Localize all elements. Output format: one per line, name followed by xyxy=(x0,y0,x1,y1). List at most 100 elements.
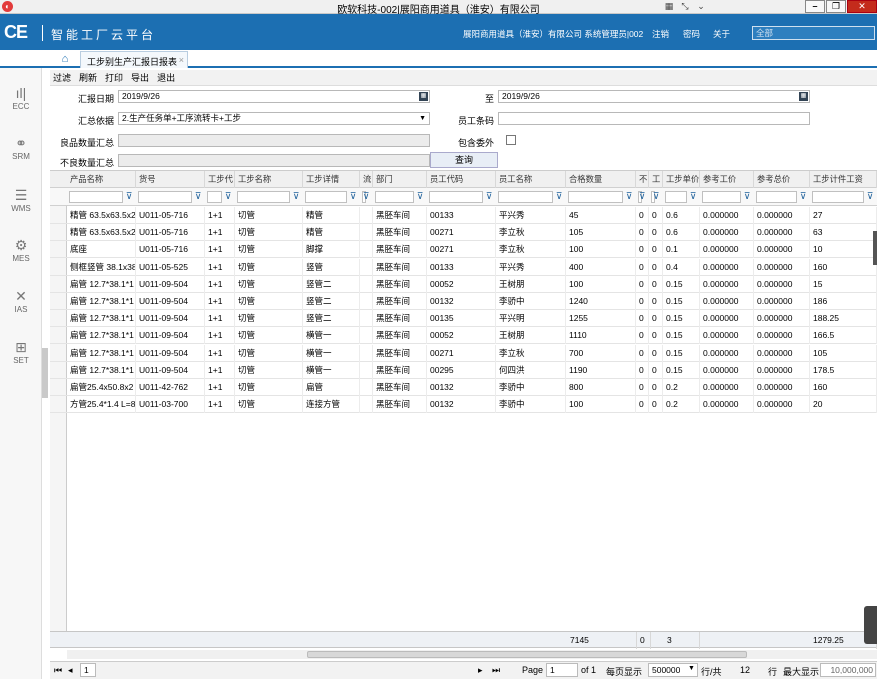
column-filter-input[interactable] xyxy=(702,191,741,203)
table-row[interactable]: 扁管 12.7*38.1*1 U011-09-504 1+1 切管 横管一 黑胚车间 002… xyxy=(50,361,877,379)
table-row[interactable]: 扁管 12.7*38.1*1 U011-09-504 1+1 切管 横管一 黑胚车间 002… xyxy=(50,344,877,362)
column-header[interactable]: 工步详情 xyxy=(303,171,360,188)
column-filter-input[interactable] xyxy=(69,191,123,203)
page-tab[interactable]: 1 xyxy=(80,663,96,677)
next-page-icon[interactable]: ▸ xyxy=(478,665,483,676)
employee-code-input[interactable] xyxy=(498,112,810,125)
column-header[interactable]: 员工名称 xyxy=(496,171,566,188)
column-header[interactable]: 参考工价 xyxy=(700,171,754,188)
max-display-input[interactable]: 10,000,000 xyxy=(820,663,876,677)
column-header[interactable]: 流 xyxy=(360,171,373,188)
print-button[interactable]: 打印 xyxy=(105,71,123,84)
query-button[interactable]: 查询 xyxy=(430,152,498,168)
column-filter-input[interactable] xyxy=(665,191,687,203)
sidebar-item-ecc[interactable]: ıl| ECC xyxy=(0,84,42,111)
sidebar-item-srm[interactable]: ⚭ SRM xyxy=(0,134,42,161)
home-icon[interactable]: ⌂ xyxy=(58,52,72,66)
page-input[interactable]: 1 xyxy=(546,663,578,677)
filter-icon[interactable]: ⊽ xyxy=(637,190,647,202)
maximize-button[interactable]: ❐ xyxy=(826,0,846,13)
column-header[interactable]: 部门 xyxy=(373,171,427,188)
filter-button[interactable]: 过滤 xyxy=(53,71,71,84)
last-page-icon[interactable]: ⏭ xyxy=(492,665,500,676)
column-filter-input[interactable] xyxy=(237,191,290,203)
calendar-icon[interactable]: ▦ xyxy=(419,92,428,101)
column-filter-input[interactable] xyxy=(138,191,192,203)
table-row[interactable]: 扁管 12.7*38.1*1 U011-09-504 1+1 切管 横管一 黑胚车间 000… xyxy=(50,327,877,345)
column-filter-input[interactable] xyxy=(305,191,347,203)
column-filter-input[interactable] xyxy=(568,191,623,203)
column-header[interactable]: 货号 xyxy=(136,171,205,188)
filter-icon[interactable]: ⊽ xyxy=(688,190,698,202)
logout-link[interactable]: 注销 xyxy=(652,28,669,40)
column-header[interactable]: 工步单价 xyxy=(663,171,700,188)
filter-icon[interactable]: ⊽ xyxy=(348,190,358,202)
column-header[interactable]: 合格数量 xyxy=(566,171,636,188)
sidebar-item-mes[interactable]: ⚙ MES xyxy=(0,236,42,263)
report-date-from-field[interactable]: 2019/9/26 ▦ xyxy=(118,90,430,103)
chevron-down-icon[interactable]: ⌄ xyxy=(694,0,708,13)
filter-icon[interactable]: ⊽ xyxy=(742,190,752,202)
defect-qty-field[interactable] xyxy=(118,154,430,167)
side-panel-tab[interactable] xyxy=(864,606,877,644)
summary-basis-select[interactable]: 2.生产任务单+工序流转卡+工步 ▼ xyxy=(118,112,430,125)
table-row[interactable]: 扁管 12.7*38.1*1 U011-09-504 1+1 切管 竖管二 黑胚车间 000… xyxy=(50,275,877,293)
table-row[interactable]: 精管 63.5x63.5x2 U011-05-716 1+1 切管 精管 黑胚车间 0013… xyxy=(50,207,877,224)
column-header[interactable]: 不 xyxy=(636,171,649,188)
filter-icon[interactable]: ⊽ xyxy=(415,190,425,202)
column-header[interactable]: 员工代码 xyxy=(427,171,496,188)
column-filter-input[interactable] xyxy=(756,191,797,203)
sidebar-collapse-handle[interactable] xyxy=(42,348,48,398)
refresh-button[interactable]: 刷新 xyxy=(79,71,97,84)
good-qty-field[interactable] xyxy=(118,134,430,147)
tab-daily-report[interactable]: 工步别生产汇报日报表 × xyxy=(80,51,188,68)
filter-icon[interactable]: ⊽ xyxy=(193,190,203,202)
prev-page-icon[interactable]: ◂ xyxy=(68,665,73,676)
global-search-input[interactable]: 全部 xyxy=(752,26,875,40)
column-header[interactable]: 产品名称 xyxy=(67,171,136,188)
filter-icon[interactable]: ⊽ xyxy=(554,190,564,202)
column-header[interactable]: 工步计件工资 xyxy=(810,171,877,188)
chevron-down-icon[interactable]: ▼ xyxy=(688,665,695,672)
grid-icon[interactable]: ▦ xyxy=(662,0,676,13)
password-link[interactable]: 密码 xyxy=(683,28,700,40)
exit-button[interactable]: 退出 xyxy=(157,71,175,84)
table-row[interactable]: 扁管 12.7*38.1*1 U011-09-504 1+1 切管 竖管二 黑胚车间 001… xyxy=(50,310,877,328)
column-filter-input[interactable] xyxy=(429,191,483,203)
filter-icon[interactable]: ⊽ xyxy=(484,190,494,202)
filter-icon[interactable]: ⊽ xyxy=(223,190,233,202)
include-outsource-checkbox[interactable] xyxy=(506,135,516,145)
report-date-to-field[interactable]: 2019/9/26 ▦ xyxy=(498,90,810,103)
sidebar-item-set[interactable]: ⊞ SET xyxy=(0,338,42,365)
column-filter-input[interactable] xyxy=(375,191,414,203)
about-link[interactable]: 关于 xyxy=(713,28,730,40)
filter-icon[interactable]: ⊽ xyxy=(651,190,661,202)
minimize-button[interactable]: – xyxy=(805,0,825,13)
dropdown-arrow-icon[interactable]: ▼ xyxy=(419,113,426,124)
filter-icon[interactable]: ⊽ xyxy=(291,190,301,202)
first-page-icon[interactable]: ⏮ xyxy=(54,665,62,676)
export-button[interactable]: 导出 xyxy=(131,71,149,84)
column-header[interactable]: 工步名称 xyxy=(235,171,303,188)
close-tab-icon[interactable]: × xyxy=(179,55,184,65)
table-row[interactable]: 侧框竖管 38.1x38 U011-05-525 1+1 切管 竖管 黑胚车间 00133 平… xyxy=(50,258,877,276)
scrollbar-thumb[interactable] xyxy=(307,651,747,658)
sidebar-item-wms[interactable]: ☰ WMS xyxy=(0,186,42,213)
table-row[interactable]: 扁管25.4x50.8x2 U011-42-762 1+1 切管 扁管 黑胚车间 00132… xyxy=(50,379,877,396)
calendar-icon[interactable]: ▦ xyxy=(799,92,808,101)
close-button[interactable]: ✕ xyxy=(847,0,877,13)
filter-icon[interactable]: ⊽ xyxy=(124,190,134,202)
table-row[interactable]: 方管25.4*1.4 L=8 U011-03-700 1+1 切管 连接方管 黑胚车间 00… xyxy=(50,396,877,414)
filter-icon[interactable]: ⊽ xyxy=(624,190,634,202)
column-header[interactable]: 工步代 xyxy=(205,171,235,188)
column-header[interactable]: 参考总价 xyxy=(754,171,810,188)
column-header[interactable]: 工 xyxy=(649,171,663,188)
column-filter-input[interactable] xyxy=(498,191,553,203)
table-row[interactable]: 底座 U011-05-716 1+1 切管 脚撑 黑胚车间 00271 李立秋 100 0 0 0.1… xyxy=(50,241,877,259)
resize-icon[interactable]: ⤡ xyxy=(678,0,692,13)
filter-icon[interactable]: ⊽ xyxy=(798,190,808,202)
horizontal-scrollbar[interactable] xyxy=(67,650,877,659)
sidebar-item-ias[interactable]: ✕ IAS xyxy=(0,287,42,314)
table-row[interactable]: 精管 63.5x63.5x2 U011-05-716 1+1 切管 精管 黑胚车间 0027… xyxy=(50,224,877,242)
vertical-scroll-marker[interactable] xyxy=(873,231,877,265)
